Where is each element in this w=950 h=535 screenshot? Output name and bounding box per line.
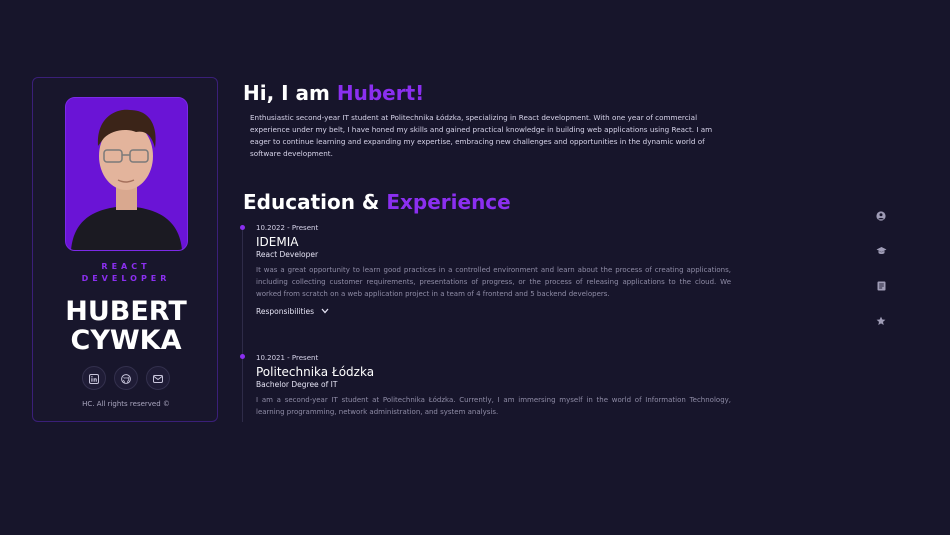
entry-description: It was a great opportunity to learn good…	[256, 266, 731, 298]
last-name: CYWKA	[70, 325, 182, 356]
github-link[interactable]	[114, 366, 138, 390]
responsibilities-label: Responsibilities	[256, 307, 315, 316]
timeline-entry-idemia: 10.2022 - Present IDEMIA React Developer…	[256, 224, 731, 316]
email-icon	[153, 369, 163, 388]
social-links	[82, 366, 170, 390]
chevron-down-icon	[321, 307, 329, 316]
hero-greeting: Hi, I am Hubert!	[243, 81, 424, 105]
timeline-line	[242, 227, 243, 422]
section-title-part2: Experience	[386, 190, 511, 214]
entry-date: 10.2022 - Present	[256, 224, 319, 232]
timeline-entry-politechnika: 10.2021 - Present Politechnika Łódzka Ba…	[256, 354, 731, 418]
hero-name: Hubert!	[336, 81, 425, 105]
linkedin-icon	[89, 369, 99, 388]
profile-photo	[65, 97, 188, 251]
entry-date: 10.2021 - Present	[256, 354, 319, 362]
timeline-dot	[240, 225, 245, 230]
nav-about[interactable]	[875, 209, 887, 221]
greeting-text: Hi, I am	[243, 81, 337, 105]
nav-education[interactable]	[875, 244, 887, 256]
profile-card: REACT DEVELOPER HUBERT CYWKA HC. All rig…	[32, 77, 218, 422]
graduation-cap-icon	[876, 241, 887, 260]
linkedin-link[interactable]	[82, 366, 106, 390]
role-line-1: REACT	[101, 262, 151, 271]
entry-position: React Developer	[256, 250, 319, 259]
nav-projects[interactable]	[875, 279, 887, 291]
entry-organization: Politechnika Łódzka	[256, 365, 375, 379]
entry-position: Bachelor Degree of IT	[256, 380, 338, 389]
copyright-text: HC. All rights reserved ©	[82, 400, 170, 408]
github-icon	[121, 369, 131, 388]
first-name: HUBERT	[65, 296, 187, 327]
entry-organization: IDEMIA	[256, 235, 299, 249]
timeline-dot	[240, 354, 245, 359]
section-title: Education & Experience	[243, 190, 511, 214]
star-icon	[876, 311, 886, 330]
entry-description: I am a second-year IT student at Politec…	[256, 396, 731, 416]
intro-paragraph: Enthusiastic second-year IT student at P…	[250, 113, 713, 158]
role-line-2: DEVELOPER	[81, 274, 171, 283]
responsibilities-toggle[interactable]: Responsibilities	[256, 307, 731, 316]
document-icon	[877, 276, 886, 295]
user-icon	[876, 206, 886, 225]
email-link[interactable]	[146, 366, 170, 390]
nav-skills[interactable]	[875, 314, 887, 326]
side-nav	[875, 209, 887, 326]
section-title-part1: Education &	[243, 190, 387, 214]
